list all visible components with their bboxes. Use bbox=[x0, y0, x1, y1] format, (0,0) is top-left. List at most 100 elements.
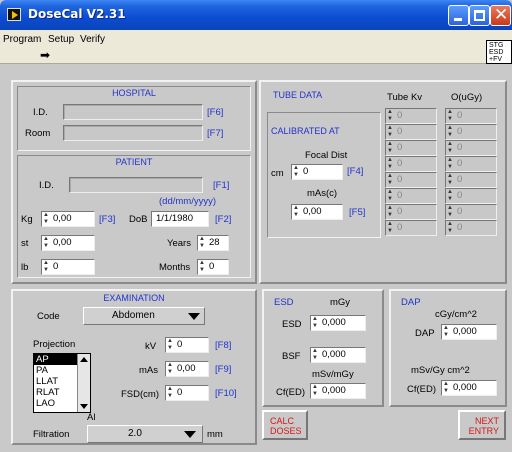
tube-kv-input[interactable]: ▲ ▼ 0 bbox=[385, 108, 437, 124]
esd-input[interactable]: ▲ ▼ 0,000 bbox=[310, 315, 366, 331]
exam-mas-input[interactable]: ▲ ▼ 0,00 bbox=[165, 361, 209, 377]
minimize-button[interactable] bbox=[448, 5, 469, 26]
dap-input[interactable]: ▲ ▼ 0,000 bbox=[441, 324, 497, 340]
exam-kv-label: kV bbox=[145, 341, 157, 352]
spinner-icon[interactable]: ▲ ▼ bbox=[387, 189, 395, 203]
title-bar: DoseCal V2.31 ✕ bbox=[0, 0, 512, 30]
exam-kv-input[interactable]: ▲ ▼ 0 bbox=[165, 337, 209, 353]
o-ugy-input[interactable]: ▲ ▼ 0 bbox=[445, 140, 497, 156]
code-dropdown[interactable]: Abdomen bbox=[83, 307, 205, 325]
spinner-icon[interactable]: ▲ ▼ bbox=[387, 205, 395, 219]
tube-kv-input[interactable]: ▲ ▼ 0 bbox=[385, 220, 437, 236]
spinner-icon[interactable]: ▲ ▼ bbox=[387, 109, 395, 123]
spinner-icon[interactable]: ▲ ▼ bbox=[312, 384, 320, 398]
menu-verify[interactable]: Verify bbox=[80, 34, 105, 45]
projection-scrollbar[interactable] bbox=[77, 354, 90, 412]
patient-id-label: I.D. bbox=[39, 180, 54, 191]
spinner-icon[interactable]: ▲ ▼ bbox=[167, 362, 175, 376]
spinner-icon[interactable]: ▲ ▼ bbox=[387, 141, 395, 155]
o-ugy-input[interactable]: ▲ ▼ 0 bbox=[445, 220, 497, 236]
spinner-icon[interactable]: ▲ ▼ bbox=[387, 157, 395, 171]
o-ugy-input[interactable]: ▲ ▼ 0 bbox=[445, 124, 497, 140]
focal-dist-input[interactable]: ▲ ▼ 0 bbox=[291, 164, 343, 180]
list-item[interactable]: LAO bbox=[34, 398, 78, 409]
spinner-icon[interactable]: ▲ ▼ bbox=[167, 338, 175, 352]
spinner-icon[interactable]: ▲ ▼ bbox=[447, 157, 455, 171]
dob-input[interactable]: 1/1/1980 bbox=[151, 211, 209, 227]
spinner-icon[interactable]: ▲ ▼ bbox=[199, 236, 207, 250]
esd-cf-input[interactable]: ▲ ▼ 0,000 bbox=[310, 383, 366, 399]
o-ugy-input[interactable]: ▲ ▼ 0 bbox=[445, 188, 497, 204]
spinner-icon[interactable]: ▲ ▼ bbox=[387, 125, 395, 139]
spinner-icon[interactable]: ▲ ▼ bbox=[447, 141, 455, 155]
years-input[interactable]: ▲ ▼ 28 bbox=[197, 235, 229, 251]
spinner-icon[interactable]: ▲ ▼ bbox=[199, 260, 207, 274]
spinner-icon[interactable]: ▲ ▼ bbox=[447, 173, 455, 187]
bsf-input[interactable]: ▲ ▼ 0,000 bbox=[310, 347, 366, 363]
dap-cf-input[interactable]: ▲ ▼ 0,000 bbox=[441, 380, 497, 396]
list-item[interactable]: LLAT bbox=[34, 376, 78, 387]
tube-kv-input[interactable]: ▲ ▼ 0 bbox=[385, 140, 437, 156]
tube-kv-value: 0 bbox=[397, 190, 403, 201]
tube-data-title: TUBE DATA bbox=[273, 90, 323, 100]
status-box: STG ESD +FV bbox=[486, 40, 512, 64]
spinner-icon[interactable]: ▲ ▼ bbox=[447, 109, 455, 123]
menu-setup[interactable]: Setup bbox=[48, 34, 74, 45]
tube-kv-input[interactable]: ▲ ▼ 0 bbox=[385, 172, 437, 188]
spinner-icon[interactable]: ▲ ▼ bbox=[43, 236, 51, 250]
list-item[interactable]: PA bbox=[34, 365, 78, 376]
hospital-id-field[interactable] bbox=[63, 104, 203, 120]
close-button[interactable]: ✕ bbox=[490, 5, 511, 26]
tube-kv-input[interactable]: ▲ ▼ 0 bbox=[385, 204, 437, 220]
scroll-up-icon[interactable] bbox=[80, 357, 88, 362]
spinner-icon[interactable]: ▲ ▼ bbox=[312, 348, 320, 362]
spinner-icon[interactable]: ▲ ▼ bbox=[167, 386, 175, 400]
tube-kv-input[interactable]: ▲ ▼ 0 bbox=[385, 156, 437, 172]
spinner-icon[interactable]: ▲ ▼ bbox=[443, 381, 451, 395]
spinner-icon[interactable]: ▲ ▼ bbox=[312, 316, 320, 330]
spinner-icon[interactable]: ▲ ▼ bbox=[443, 325, 451, 339]
spinner-icon[interactable]: ▲ ▼ bbox=[447, 189, 455, 203]
spinner-icon[interactable]: ▲ ▼ bbox=[293, 165, 301, 179]
spinner-icon[interactable]: ▲ ▼ bbox=[387, 221, 395, 235]
scroll-down-icon[interactable] bbox=[80, 404, 88, 409]
projection-listbox[interactable]: AP PA LLAT RLAT LAO bbox=[33, 353, 91, 413]
projection-list: AP PA LLAT RLAT LAO bbox=[34, 354, 78, 409]
lb-input[interactable]: ▲ ▼ 0 bbox=[41, 259, 95, 275]
patient-id-field[interactable] bbox=[69, 177, 203, 193]
months-input[interactable]: ▲ ▼ 0 bbox=[197, 259, 229, 275]
o-ugy-input[interactable]: ▲ ▼ 0 bbox=[445, 172, 497, 188]
o-ugy-input[interactable]: ▲ ▼ 0 bbox=[445, 204, 497, 220]
hospital-title: HOSPITAL bbox=[112, 88, 156, 98]
spinner-icon[interactable]: ▲ ▼ bbox=[447, 205, 455, 219]
fsd-label: FSD(cm) bbox=[121, 389, 159, 400]
tube-kv-input[interactable]: ▲ ▼ 0 bbox=[385, 188, 437, 204]
list-item[interactable]: RLAT bbox=[34, 387, 78, 398]
o-ugy-input[interactable]: ▲ ▼ 0 bbox=[445, 108, 497, 124]
patient-id-key: [F1] bbox=[213, 180, 230, 191]
calc-doses-button[interactable]: CALC DOSES bbox=[262, 410, 308, 440]
filtration-dropdown[interactable]: 2.0 bbox=[87, 425, 203, 443]
years-label: Years bbox=[167, 238, 191, 249]
spinner-icon[interactable]: ▲ ▼ bbox=[293, 205, 301, 219]
run-arrow-icon[interactable]: ➡ bbox=[40, 48, 50, 62]
hospital-room-field[interactable] bbox=[63, 125, 203, 141]
spinner-icon[interactable]: ▲ ▼ bbox=[43, 260, 51, 274]
o-ugy-input[interactable]: ▲ ▼ 0 bbox=[445, 156, 497, 172]
dap-value: 0,000 bbox=[453, 326, 477, 337]
o-ugy-value: 0 bbox=[457, 126, 463, 137]
spinner-icon[interactable]: ▲ ▼ bbox=[447, 125, 455, 139]
o-ugy-col-label: O(uGy) bbox=[451, 92, 483, 103]
mas-c-input[interactable]: ▲ ▼ 0,00 bbox=[291, 204, 343, 220]
spinner-icon[interactable]: ▲ ▼ bbox=[387, 173, 395, 187]
st-input[interactable]: ▲ ▼ 0,00 bbox=[41, 235, 95, 251]
kg-input[interactable]: ▲ ▼ 0,00 bbox=[41, 211, 95, 227]
fsd-input[interactable]: ▲ ▼ 0 bbox=[165, 385, 209, 401]
next-entry-button[interactable]: NEXT ENTRY bbox=[458, 410, 506, 440]
spinner-icon[interactable]: ▲ ▼ bbox=[43, 212, 51, 226]
tube-kv-input[interactable]: ▲ ▼ 0 bbox=[385, 124, 437, 140]
menu-program[interactable]: Program bbox=[3, 34, 41, 45]
list-item[interactable]: AP bbox=[34, 354, 78, 365]
maximize-button[interactable] bbox=[469, 5, 490, 26]
spinner-icon[interactable]: ▲ ▼ bbox=[447, 221, 455, 235]
